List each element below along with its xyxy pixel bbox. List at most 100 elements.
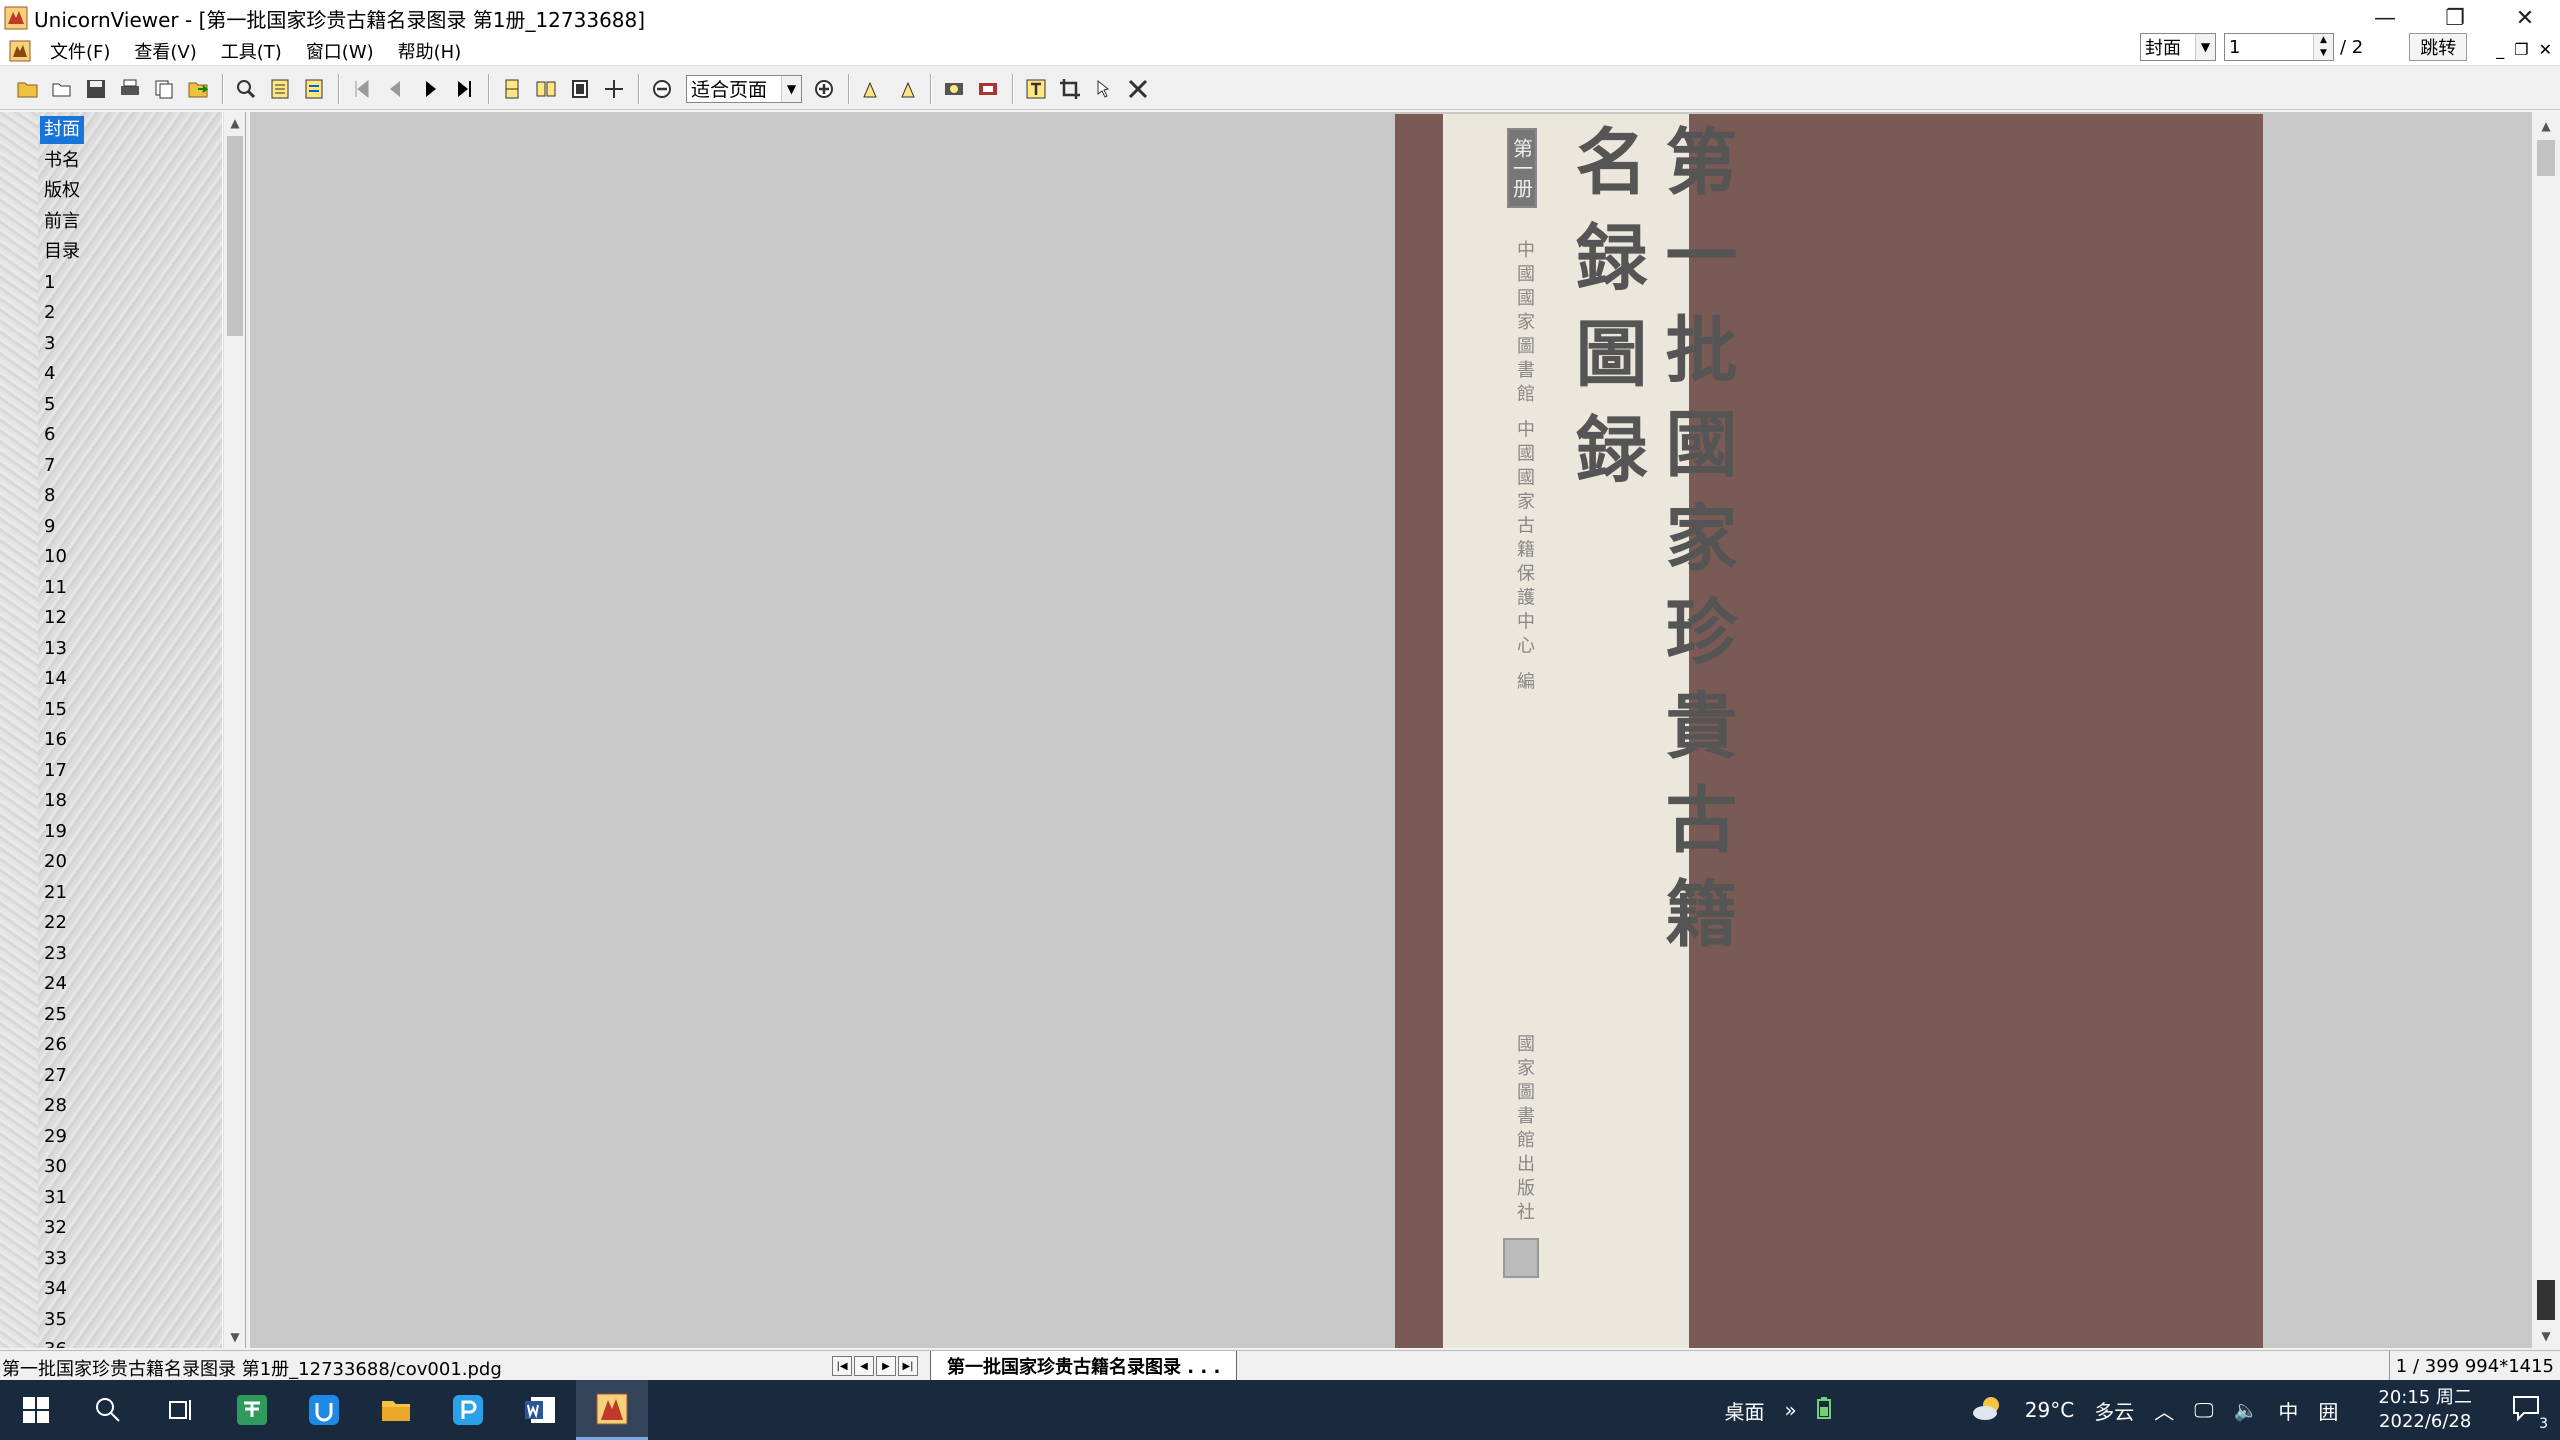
viewer-scrollbar[interactable]: ▲ ▼ (2532, 112, 2560, 1348)
first-tab-icon[interactable]: |◀ (832, 1356, 852, 1376)
sidebar-page-item[interactable]: 9 (40, 513, 59, 541)
sidebar-page-item[interactable]: 36 (40, 1336, 71, 1348)
close-button[interactable]: ✕ (2490, 0, 2560, 36)
battery-icon[interactable] (1816, 1396, 1831, 1424)
taskbar-wps-writer[interactable] (216, 1380, 288, 1440)
two-page-view-button[interactable] (530, 73, 562, 105)
sidebar-page-item[interactable]: 26 (40, 1031, 71, 1059)
sidebar-page-item[interactable]: 目录 (40, 238, 84, 266)
sidebar-page-item[interactable]: 35 (40, 1306, 71, 1334)
sidebar-page-item[interactable]: 30 (40, 1153, 71, 1181)
sidebar-page-item[interactable]: 16 (40, 726, 71, 754)
rotate-right-button[interactable] (890, 73, 922, 105)
sidebar-page-item[interactable]: 6 (40, 421, 59, 449)
scroll-up-icon[interactable]: ▲ (2532, 114, 2560, 138)
sidebar-page-item[interactable]: 4 (40, 360, 59, 388)
sidebar-page-item[interactable]: 22 (40, 909, 71, 937)
taskbar-pdf-app[interactable] (432, 1380, 504, 1440)
print-button[interactable] (114, 73, 146, 105)
sidebar-page-item[interactable]: 18 (40, 787, 71, 815)
weather-temperature[interactable]: 29°C (2025, 1398, 2074, 1422)
sidebar-page-item[interactable]: 封面 (40, 116, 84, 144)
sidebar-page-item[interactable]: 21 (40, 879, 71, 907)
document-viewer[interactable]: 第一册 第一批國家珍貴古籍 名録圖録 中國國家圖書館 中國國家古籍保護中心 編 … (250, 112, 2532, 1348)
notification-center-icon[interactable]: 3 (2512, 1395, 2548, 1432)
next-tab-icon[interactable]: ▶ (876, 1356, 896, 1376)
mdi-minimize-icon[interactable]: _ (2496, 40, 2504, 59)
copy-button[interactable] (148, 73, 180, 105)
taskbar-file-explorer[interactable] (360, 1380, 432, 1440)
scroll-up-icon[interactable]: ▲ (224, 112, 246, 134)
scroll-thumb[interactable] (227, 136, 243, 336)
sidebar-page-item[interactable]: 28 (40, 1092, 71, 1120)
last-tab-icon[interactable]: ▶| (898, 1356, 918, 1376)
image-tool-button[interactable] (938, 73, 970, 105)
network-icon[interactable]: 🖵 (2194, 1398, 2213, 1422)
sidebar-page-item[interactable]: 24 (40, 970, 71, 998)
first-page-button[interactable] (346, 73, 378, 105)
search-button[interactable] (72, 1380, 144, 1440)
mdi-close-icon[interactable]: ✕ (2539, 40, 2552, 59)
sidebar-page-item[interactable]: 12 (40, 604, 71, 632)
menu-tools[interactable]: 工具(T) (209, 38, 294, 64)
system-clock[interactable]: 20:15 周二 2022/6/28 (2378, 1386, 2472, 1434)
sidebar-page-item[interactable]: 8 (40, 482, 59, 510)
menu-view[interactable]: 查看(V) (122, 38, 208, 64)
save-button[interactable] (80, 73, 112, 105)
tray-overflow-chevron-icon[interactable]: ︿ (2154, 1396, 2174, 1425)
prev-tab-icon[interactable]: ◀ (854, 1356, 874, 1376)
scroll-down-icon[interactable]: ▼ (224, 1326, 246, 1348)
sidebar-page-item[interactable]: 书名 (40, 147, 84, 175)
zoom-out-button[interactable] (646, 73, 678, 105)
search-button[interactable] (230, 73, 262, 105)
single-page-view-button[interactable] (564, 73, 596, 105)
ime-indicator[interactable]: 中 (2278, 1396, 2298, 1425)
desktop-toolbar-label[interactable]: 桌面 (1725, 1396, 1765, 1425)
crop-button[interactable] (1054, 73, 1086, 105)
sidebar-page-item[interactable]: 2 (40, 299, 59, 327)
select-area-button[interactable] (1088, 73, 1120, 105)
pan-button[interactable] (598, 73, 630, 105)
sidebar-page-item[interactable]: 前言 (40, 208, 84, 236)
scroll-down-icon[interactable]: ▼ (2532, 1324, 2560, 1348)
sidebar-page-item[interactable]: 7 (40, 452, 59, 480)
sidebar-page-item[interactable]: 20 (40, 848, 71, 876)
zoom-select[interactable]: 适合页面 ▼ (686, 74, 802, 103)
taskbar-outlook-app[interactable] (288, 1380, 360, 1440)
section-select[interactable]: 封面 ▼ (2140, 33, 2216, 61)
weather-condition[interactable]: 多云 (2094, 1396, 2134, 1425)
spin-arrows-icon[interactable]: ▲ ▼ (2313, 34, 2333, 60)
next-page-button[interactable] (414, 73, 446, 105)
sidebar-page-item[interactable]: 5 (40, 391, 59, 419)
jump-button[interactable]: 跳转 (2409, 33, 2468, 61)
document-menu-icon[interactable] (8, 39, 32, 63)
sidebar-page-item[interactable]: 32 (40, 1214, 71, 1242)
sidebar-page-item[interactable]: 17 (40, 757, 71, 785)
ime-mode-icon[interactable]: 囲 (2318, 1396, 2338, 1425)
expand-toolbar-icon[interactable]: » (1785, 1398, 1797, 1422)
zoom-in-button[interactable] (808, 73, 840, 105)
sidebar-page-item[interactable]: 11 (40, 574, 71, 602)
weather-cloud-icon[interactable] (1971, 1395, 2005, 1426)
task-view-button[interactable] (144, 1380, 216, 1440)
open-file-button[interactable] (46, 73, 78, 105)
sidebar-page-item[interactable]: 13 (40, 635, 71, 663)
toc-button[interactable] (264, 73, 296, 105)
sidebar-page-item[interactable]: 27 (40, 1062, 71, 1090)
scroll-thumb[interactable] (2537, 140, 2555, 176)
sidebar-page-item[interactable]: 25 (40, 1001, 71, 1029)
sidebar-page-item[interactable]: 23 (40, 940, 71, 968)
export-button[interactable] (182, 73, 214, 105)
taskbar-word[interactable] (504, 1380, 576, 1440)
sidebar-page-item[interactable]: 10 (40, 543, 71, 571)
bookmark-button[interactable] (298, 73, 330, 105)
sidebar-scrollbar[interactable]: ▲ ▼ (223, 112, 245, 1348)
settings-tool-button[interactable] (1122, 73, 1154, 105)
text-select-button[interactable] (1020, 73, 1052, 105)
start-button[interactable] (0, 1380, 72, 1440)
sidebar-page-item[interactable]: 33 (40, 1245, 71, 1273)
minimize-button[interactable]: — (2350, 0, 2420, 36)
volume-icon[interactable]: 🔈 (2233, 1398, 2258, 1422)
sidebar-page-item[interactable]: 1 (40, 269, 59, 297)
prev-page-button[interactable] (380, 73, 412, 105)
